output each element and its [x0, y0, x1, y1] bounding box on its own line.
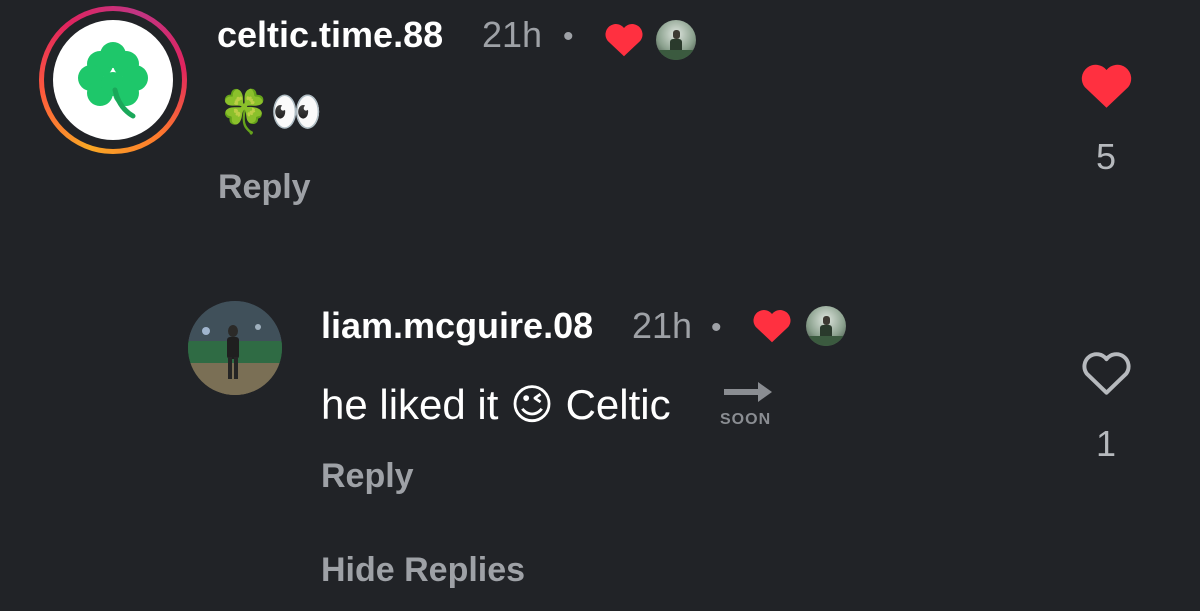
- person-icon: [806, 316, 846, 346]
- comment-body: 🍀👀: [218, 88, 323, 135]
- shamrock-icon: [78, 42, 148, 119]
- comment-body: he liked it 😉 Celtic: [321, 380, 671, 429]
- wink-emoji: 😉: [510, 381, 554, 428]
- hide-replies-button[interactable]: Hide Replies: [321, 551, 525, 590]
- story-ring-avatar[interactable]: [39, 6, 187, 154]
- reply-button[interactable]: Reply: [218, 168, 311, 207]
- like-count: 1: [1095, 423, 1117, 464]
- creator-liked-heart-icon: [605, 24, 643, 57]
- comment-text-celtic: Celtic: [565, 381, 671, 428]
- like-heart-filled-icon[interactable]: [1079, 62, 1134, 110]
- creator-avatar: [806, 306, 846, 346]
- right-arrow-icon: [724, 382, 772, 402]
- soon-arrow-emoji: SOON: [720, 378, 776, 428]
- separator-dot: •: [563, 20, 574, 53]
- soon-label: SOON: [720, 411, 772, 428]
- creator-avatar: [656, 20, 696, 60]
- person-icon: [656, 30, 696, 60]
- profile-photo: [188, 301, 282, 395]
- comment-username[interactable]: liam.mcguire.08: [321, 305, 593, 347]
- comment-timestamp: 21h: [632, 305, 693, 346]
- avatar: [53, 20, 173, 140]
- separator-dot: •: [711, 311, 722, 344]
- comment-timestamp: 21h: [482, 14, 543, 55]
- like-count: 5: [1095, 136, 1117, 177]
- comment-username[interactable]: celtic.time.88: [217, 14, 443, 56]
- creator-liked-heart-icon: [753, 310, 791, 343]
- like-heart-outline-icon[interactable]: [1080, 350, 1133, 396]
- avatar[interactable]: [188, 301, 282, 395]
- reply-button[interactable]: Reply: [321, 457, 414, 496]
- comment-text: he liked it: [321, 381, 499, 428]
